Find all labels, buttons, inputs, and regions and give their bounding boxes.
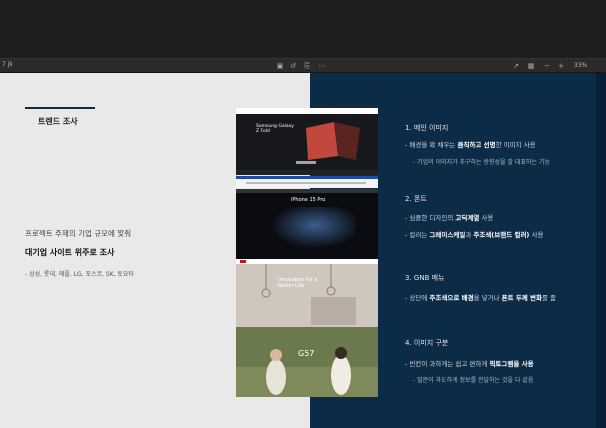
screenshot-sk: G57 [236,327,378,397]
finding-desc-2b: - 컬러는 그레이스케일과 주조색(브랜드 컬러) 사용 [405,231,544,239]
screenshot-samsung: Samsung Galaxy Z Fold [236,108,378,175]
file-name: 7 jk [2,61,13,68]
finding-title-3: 3. GNB 메뉴 [405,274,445,282]
expand-icon[interactable]: ↗ [512,62,520,70]
screenshot-nav-strip [236,176,378,188]
toolbar: 7 jk ▣ ↺ ⎘ ⋯ ↗ ▦ − + 33% [0,58,606,73]
phone-graphic [236,122,378,175]
finding-sub-1: - 기업의 이미지가 추구하는 방향성을 잘 대표하는 기능 [413,159,550,166]
finding-sub-4: - 빌문이 과도하게 정보를 전달하는 것을 다 같음 [413,377,534,384]
slide-right-edge [596,73,606,428]
intro-text-2: 대기업 사이트 위주로 조사 [25,248,115,257]
slide-canvas: 트렌드 조사 프로젝트 주제의 기업 규모에 맞춰 대기업 사이트 위주로 조사… [0,73,606,428]
finding-desc-1: - 배경을 꽉 채우는 큼직하고 선명한 이미지 사용 [405,141,536,149]
undo-icon[interactable]: ↺ [289,62,297,70]
app-top-area [0,0,606,58]
zoom-out-icon[interactable]: − [543,62,551,70]
finding-desc-4: - 빈칸이 과하게는 쉽고 편하게 픽토그램을 사용 [405,360,534,368]
lg-hero-graphic [236,264,378,327]
screenshot-title: G57 [298,349,315,358]
apple-hero-graphic [266,207,356,253]
finding-desc-2: - 심플한 디자인의 고딕계열 사용 [405,214,494,222]
zoom-level[interactable]: 33% [574,62,587,69]
finding-title-2: 2. 폰트 [405,195,427,203]
screenshot-title: Innovation for a Better Life [278,277,318,289]
finding-desc-3: - 상단에 주조색으로 배경을 넣거나 폰트 두께 변화를 줌 [405,294,557,302]
comment-icon[interactable]: ▣ [276,62,284,70]
copy-icon[interactable]: ⎘ [303,62,311,70]
zoom-in-icon[interactable]: + [557,62,565,70]
section-title: 트렌드 조사 [38,117,78,126]
grid-icon[interactable]: ▦ [527,62,535,70]
screenshot-apple: iPhone 15 Pro [236,189,378,259]
intro-text-3: - 삼성, 롯데, 애플, LG, 포스코, SK, 토요타 [25,271,134,278]
finding-title-4: 4. 이미지 구분 [405,339,449,347]
intro-text-1: 프로젝트 주제의 기업 규모에 맞춰 [25,229,132,238]
finding-title-1: 1. 메인 이미지 [405,124,449,132]
screenshot-lg: Innovation for a Better Life [236,259,378,327]
section-underline [25,107,95,109]
more-icon[interactable]: ⋯ [318,62,326,70]
sk-hero-graphic [236,327,378,397]
